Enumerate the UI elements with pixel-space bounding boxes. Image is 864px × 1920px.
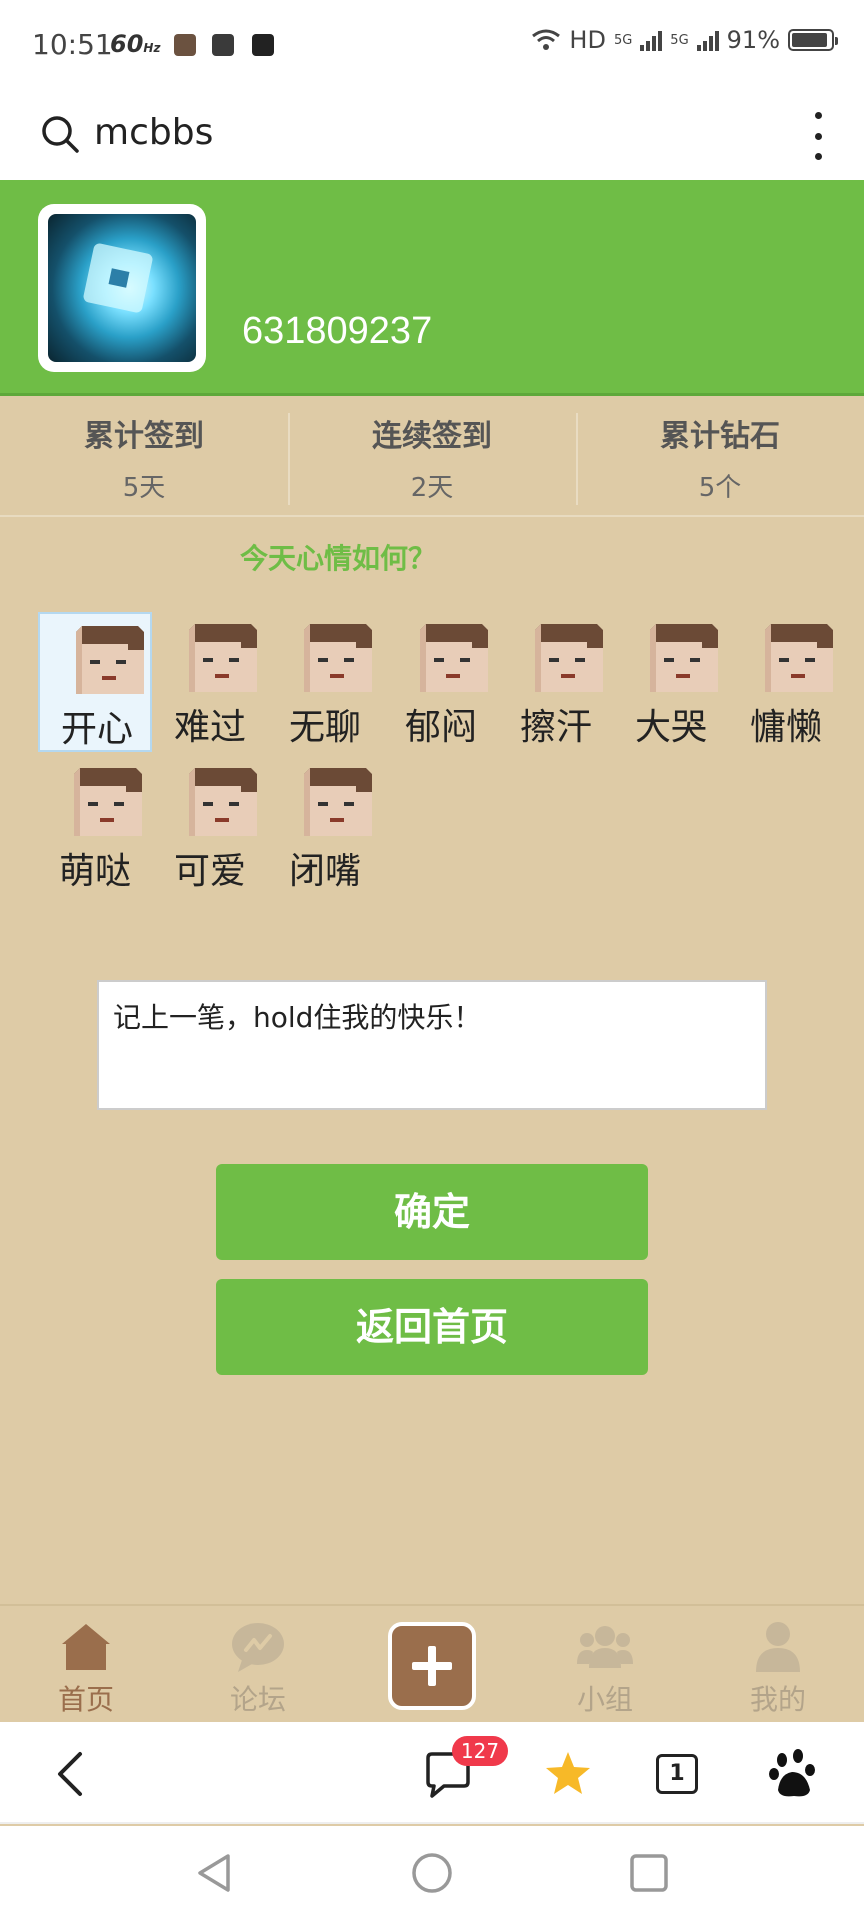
mood-option-gloomy[interactable]: 郁闷 [384, 612, 498, 752]
mood-question: 今天心情如何？ [240, 542, 437, 575]
search-query[interactable]: mcbbs [94, 112, 213, 153]
notification-app-icon [212, 34, 234, 56]
site-tab-bar: 首页 论坛 小组 我的 [0, 1604, 864, 1722]
browser-search-bar[interactable]: mcbbs [0, 92, 864, 180]
stat-total-diamonds: 累计钻石 5个 [576, 399, 864, 515]
mood-lazy-icon [765, 624, 833, 692]
mood-option-lazy[interactable]: 慵懒 [729, 612, 843, 752]
tab-mine[interactable]: 我的 [718, 1606, 838, 1724]
mood-cry-icon [650, 624, 718, 692]
more-menu-icon[interactable] [812, 112, 824, 160]
tab-label: 小组 [576, 1683, 633, 1716]
sim1-label: 5G [613, 32, 633, 48]
mood-shut-up-icon [304, 768, 372, 836]
mood-label: 可爱 [173, 851, 246, 892]
tab-label: 论坛 [229, 1683, 286, 1716]
star-icon[interactable] [540, 1746, 596, 1802]
tab-group[interactable]: 小组 [545, 1606, 665, 1724]
stat-consecutive-checkin: 连续签到 2天 [288, 399, 576, 515]
comments-badge: 127 [452, 1736, 508, 1766]
mood-label: 开心 [60, 709, 133, 750]
status-bar: 10:51 60Hz HD 5G 5G 91% [0, 0, 864, 92]
mood-label: 难过 [173, 707, 246, 748]
signal-icon [696, 29, 719, 51]
stat-value: 5天 [122, 473, 166, 503]
profile-header: 631809237 [0, 180, 864, 396]
back-arrow-icon[interactable] [44, 1746, 100, 1802]
group-icon [577, 1626, 633, 1668]
mood-option-cry[interactable]: 大哭 [614, 612, 728, 752]
mood-label: 大哭 [634, 707, 707, 748]
tabs-count-button[interactable]: 1 [656, 1754, 698, 1794]
mood-happy-icon [76, 626, 144, 694]
stat-value: 5个 [698, 473, 742, 503]
stat-value: 2天 [410, 473, 454, 503]
mood-option-sad[interactable]: 难过 [153, 612, 267, 752]
avatar[interactable] [38, 204, 206, 372]
mood-label: 郁闷 [404, 707, 477, 748]
user-id: 631809237 [242, 310, 433, 352]
stat-label: 累计签到 [84, 419, 204, 454]
stat-total-checkin: 累计签到 5天 [0, 399, 288, 515]
mood-cute-moe-icon [74, 768, 142, 836]
confirm-button[interactable]: 确定 [216, 1164, 648, 1260]
mood-label: 擦汗 [519, 707, 592, 748]
forum-chat-icon [232, 1623, 284, 1672]
mood-option-lovely[interactable]: 可爱 [153, 756, 267, 896]
nav-home-icon[interactable] [407, 1848, 457, 1898]
mood-bored-icon [304, 624, 372, 692]
mood-option-sweat[interactable]: 擦汗 [499, 612, 613, 752]
tab-label: 首页 [57, 1683, 114, 1716]
mood-option-shut-up[interactable]: 闭嘴 [268, 756, 382, 896]
mood-lovely-icon [189, 768, 257, 836]
mood-sad-icon [189, 624, 257, 692]
add-post-button[interactable] [388, 1622, 476, 1710]
tab-label: 我的 [749, 1683, 806, 1716]
mood-sweat-icon [535, 624, 603, 692]
tab-forum[interactable]: 论坛 [198, 1606, 318, 1724]
system-nav-bar [0, 1826, 864, 1920]
mood-label: 萌哒 [58, 851, 131, 892]
notification-app-icon [174, 34, 196, 56]
battery-percent: 91% [726, 26, 780, 54]
browser-toolbar: 127 1 [0, 1722, 864, 1824]
mood-label: 闭嘴 [288, 851, 361, 892]
nav-recents-icon[interactable] [624, 1848, 674, 1898]
mood-label: 无聊 [288, 707, 361, 748]
network-type: HD [569, 26, 606, 54]
nav-back-icon[interactable] [190, 1848, 240, 1898]
sim2-label: 5G [670, 32, 689, 48]
signal-icon [640, 29, 663, 51]
back-home-button[interactable]: 返回首页 [216, 1279, 648, 1375]
stat-label: 累计钻石 [660, 419, 780, 454]
stat-label: 连续签到 [372, 419, 492, 454]
clock: 10:51 [32, 28, 113, 61]
mood-note-textarea[interactable]: 记上一笔，hold住我的快乐！ [97, 980, 767, 1110]
mood-option-cute-moe[interactable]: 萌哒 [38, 756, 152, 896]
mood-gloomy-icon [420, 624, 488, 692]
baidu-paw-icon[interactable] [766, 1746, 822, 1802]
user-icon [756, 1622, 800, 1672]
checkin-stats: 累计签到 5天 连续签到 2天 累计钻石 5个 [0, 399, 864, 517]
mood-label: 慵懒 [749, 707, 822, 748]
battery-icon [788, 29, 838, 51]
mood-option-happy[interactable]: 开心 [38, 612, 152, 752]
notification-app-icon [252, 34, 274, 56]
search-icon[interactable] [40, 114, 80, 154]
tab-home[interactable]: 首页 [26, 1606, 146, 1724]
mood-option-bored[interactable]: 无聊 [268, 612, 382, 752]
refresh-rate: 60Hz [110, 30, 161, 58]
wifi-icon [532, 29, 561, 50]
status-right: HD 5G 5G 91% [531, 26, 838, 54]
home-icon [62, 1624, 110, 1670]
